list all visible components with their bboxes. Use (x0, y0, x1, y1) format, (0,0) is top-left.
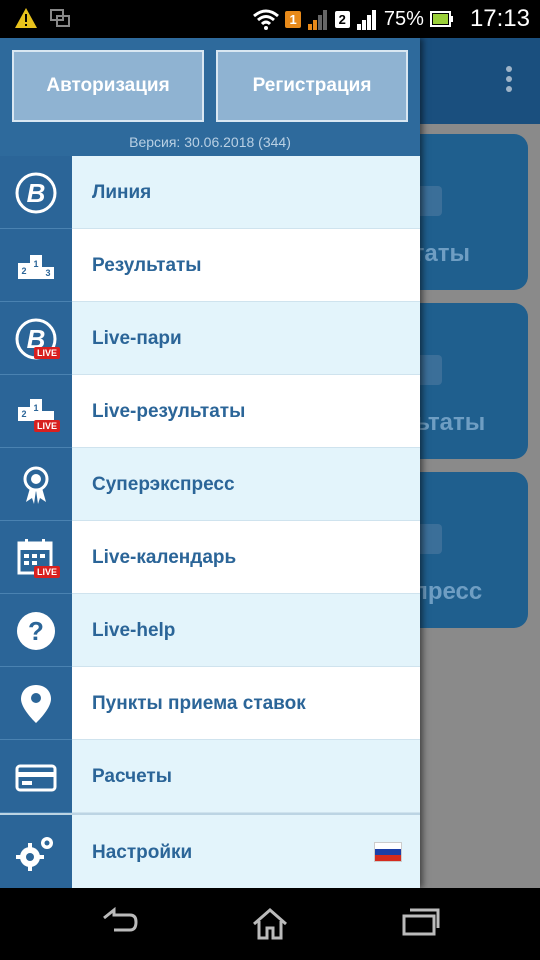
russian-flag-icon[interactable] (374, 842, 402, 862)
menu-item-label: Live-результаты (92, 401, 246, 422)
back-icon[interactable] (100, 906, 140, 938)
wifi-icon (253, 9, 280, 30)
menu-item-label: Расчеты (92, 766, 172, 787)
menu-item-label: Live-help (92, 620, 176, 641)
settings-label: Настройки (92, 842, 193, 863)
question-icon: ? (0, 594, 72, 667)
menu-item-label: Результаты (92, 255, 202, 276)
live-badge: LIVE (34, 420, 61, 432)
b-logo-icon: B (0, 156, 72, 229)
menu-item-live-bets[interactable]: B LIVE Live-пари (0, 302, 420, 375)
drawer-menu: B Линия 123 Результаты B LIVE Live-пари … (0, 156, 420, 813)
menu-item-payments[interactable]: Расчеты (0, 740, 420, 813)
menu-item-live-results[interactable]: 12 LIVE Live-результаты (0, 375, 420, 448)
menu-item-settings[interactable]: Настройки (0, 813, 420, 890)
menu-item-label: Live-пари (92, 328, 182, 349)
register-button[interactable]: Регистрация (216, 50, 408, 122)
svg-text:2: 2 (21, 409, 26, 419)
svg-text:1: 1 (33, 259, 38, 269)
recents-icon[interactable] (400, 906, 440, 938)
version-label: Версия: 30.06.2018 (344) (129, 134, 291, 150)
gears-icon (0, 815, 72, 890)
live-badge: LIVE (34, 566, 61, 578)
drawer-header: Авторизация Регистрация Версия: 30.06.20… (0, 38, 420, 156)
menu-item-betting-points[interactable]: Пункты приема ставок (0, 667, 420, 740)
svg-text:1: 1 (33, 403, 38, 413)
sim2-badge: 2 (334, 10, 350, 28)
menu-item-line[interactable]: B Линия (0, 156, 420, 229)
svg-text:B: B (27, 178, 46, 208)
medal-icon (0, 448, 72, 521)
clock: 17:13 (469, 5, 530, 32)
menu-item-label: Live-календарь (92, 547, 237, 568)
battery-percent: 75% (383, 7, 424, 30)
menu-item-label: Суперэкспресс (92, 474, 235, 495)
podium-icon: 12 3 (0, 229, 72, 302)
card-icon (0, 740, 72, 813)
svg-text:3: 3 (45, 268, 50, 278)
sim1-signal-icon (307, 10, 327, 30)
menu-item-label: Пункты приема ставок (92, 693, 306, 714)
svg-text:?: ? (28, 616, 44, 646)
status-bar: 1 2 75% 17:13 (0, 0, 540, 38)
screen-mirror-icon (50, 9, 70, 27)
b-logo-live-icon: B LIVE (0, 302, 72, 375)
menu-item-live-help[interactable]: ? Live-help (0, 594, 420, 667)
home-icon[interactable] (250, 906, 290, 942)
battery-icon (429, 11, 453, 27)
login-button[interactable]: Авторизация (12, 50, 204, 122)
svg-text:2: 2 (21, 266, 26, 276)
menu-item-label: Линия (92, 182, 152, 203)
menu-item-superexpress[interactable]: Суперэкспресс (0, 448, 420, 521)
navigation-drawer: Авторизация Регистрация Версия: 30.06.20… (0, 38, 420, 890)
live-badge: LIVE (34, 347, 61, 359)
location-pin-icon (0, 667, 72, 740)
system-nav-bar (0, 888, 540, 960)
menu-item-live-calendar[interactable]: LIVE Live-календарь (0, 521, 420, 594)
overflow-menu-icon[interactable] (506, 66, 514, 96)
warning-icon (15, 8, 37, 28)
calendar-live-icon: LIVE (0, 521, 72, 594)
podium-live-icon: 12 LIVE (0, 375, 72, 448)
menu-item-results[interactable]: 12 3 Результаты (0, 229, 420, 302)
sim1-badge: 1 (285, 10, 301, 28)
sim2-signal-icon (356, 10, 376, 30)
